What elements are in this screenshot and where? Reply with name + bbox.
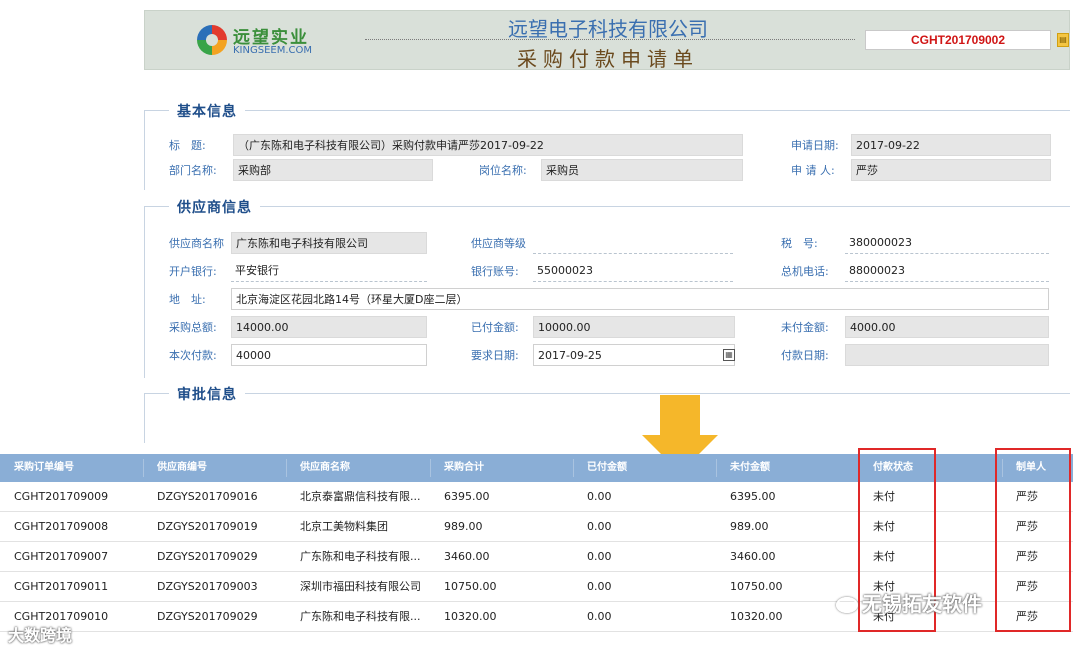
cell-unpaid: 989.00 bbox=[730, 520, 769, 533]
cell-total: 3460.00 bbox=[444, 550, 490, 563]
col-header-paid[interactable]: 已付金额 bbox=[573, 454, 627, 482]
arrow-stem bbox=[660, 395, 700, 435]
account-label: 银行账号: bbox=[471, 265, 519, 278]
supplier-name-field[interactable]: 广东陈和电子科技有限公司 bbox=[231, 232, 427, 254]
applicant-label: 申 请 人: bbox=[791, 164, 835, 177]
approval-info-section: 审批信息 bbox=[144, 384, 1070, 443]
post-field[interactable]: 采购员 bbox=[541, 159, 743, 181]
unpaid-label: 未付金额: bbox=[781, 321, 829, 334]
dept-label: 部门名称: bbox=[169, 164, 217, 177]
supplier-grade-label: 供应商等级 bbox=[471, 237, 526, 250]
cell-total: 10750.00 bbox=[444, 580, 497, 593]
col-header-order-no[interactable]: 采购订单编号 bbox=[0, 454, 74, 482]
col-header-supplier-name[interactable]: 供应商名称 bbox=[286, 454, 350, 482]
cell-order-no: CGHT201709007 bbox=[14, 550, 109, 563]
paid-label: 已付金额: bbox=[471, 321, 519, 334]
dept-row: 部门名称: 采购部 岗位名称: 采购员 申 请 人: 严莎 bbox=[145, 159, 1071, 183]
payment-date-label: 付款日期: bbox=[781, 349, 829, 362]
address-field[interactable]: 北京海淀区花园北路14号（环星大厦D座二层） bbox=[231, 288, 1049, 310]
supplier-name-label: 供应商名称 bbox=[169, 237, 224, 250]
cell-total: 989.00 bbox=[444, 520, 483, 533]
apply-date-label: 申请日期: bbox=[791, 139, 839, 152]
cell-unpaid: 3460.00 bbox=[730, 550, 776, 563]
account-field[interactable]: 55000023 bbox=[533, 260, 733, 282]
basic-info-title: 基本信息 bbox=[169, 101, 245, 121]
phone-label: 总机电话: bbox=[781, 265, 829, 278]
cell-supplier-no: DZGYS201709003 bbox=[157, 580, 258, 593]
cell-paid: 0.00 bbox=[587, 490, 612, 503]
subject-row: 标 题: （广东陈和电子科技有限公司）采购付款申请严莎2017-09-22 申请… bbox=[145, 134, 1071, 158]
post-label: 岗位名称: bbox=[479, 164, 527, 177]
bank-field[interactable]: 平安银行 bbox=[231, 260, 427, 282]
cell-paid: 0.00 bbox=[587, 610, 612, 623]
unpaid-field[interactable]: 4000.00 bbox=[845, 316, 1049, 338]
watermark-left: 大数跨境 bbox=[8, 626, 73, 645]
form-header: 远望实业 KINGSEEM.COM 远望电子科技有限公司 采购付款申请单 CGH… bbox=[144, 10, 1070, 71]
calendar-icon[interactable]: ▦ bbox=[723, 349, 735, 361]
cell-supplier-no: DZGYS201709016 bbox=[157, 490, 258, 503]
watermark-right-text: 无锡拓友软件 bbox=[862, 592, 982, 616]
order-number-field[interactable]: CGHT201709002 bbox=[865, 30, 1051, 50]
total-label: 采购总额: bbox=[169, 321, 217, 334]
cell-paid: 0.00 bbox=[587, 580, 612, 593]
cell-unpaid: 6395.00 bbox=[730, 490, 776, 503]
dept-field[interactable]: 采购部 bbox=[233, 159, 433, 181]
address-label: 地 址: bbox=[169, 293, 206, 306]
col-header-total[interactable]: 采购合计 bbox=[430, 454, 484, 482]
basic-info-section: 基本信息 标 题: （广东陈和电子科技有限公司）采购付款申请严莎2017-09-… bbox=[144, 101, 1071, 190]
approval-info-title: 审批信息 bbox=[169, 384, 245, 404]
creator-column-highlight bbox=[995, 448, 1071, 632]
address-row: 地 址: 北京海淀区花园北路14号（环星大厦D座二层） bbox=[145, 288, 1071, 312]
required-date-field[interactable]: 2017-09-25 bbox=[533, 344, 735, 366]
supplier-info-section: 供应商信息 供应商名称 广东陈和电子科技有限公司 供应商等级 税 号: 3800… bbox=[144, 197, 1071, 378]
subject-label: 标 题: bbox=[169, 139, 206, 152]
cell-supplier-no: DZGYS201709029 bbox=[157, 550, 258, 563]
watermark-right: 无锡拓友软件 bbox=[836, 588, 982, 617]
cell-order-no: CGHT201709008 bbox=[14, 520, 109, 533]
applicant-field[interactable]: 严莎 bbox=[851, 159, 1051, 181]
amount-row: 采购总额: 14000.00 已付金额: 10000.00 未付金额: 4000… bbox=[145, 316, 1071, 340]
current-payment-label: 本次付款: bbox=[169, 349, 217, 362]
cell-order-no: CGHT201709011 bbox=[14, 580, 109, 593]
col-header-unpaid[interactable]: 未付金额 bbox=[716, 454, 770, 482]
paid-field[interactable]: 10000.00 bbox=[533, 316, 735, 338]
payment-row: 本次付款: 40000 要求日期: 2017-09-25 ▦ 付款日期: bbox=[145, 344, 1071, 368]
current-payment-field[interactable]: 40000 bbox=[231, 344, 427, 366]
bank-label: 开户银行: bbox=[169, 265, 217, 278]
cell-paid: 0.00 bbox=[587, 550, 612, 563]
cell-supplier-name: 北京工美物料集团 bbox=[300, 520, 388, 533]
cell-supplier-name: 深圳市福田科技有限公司 bbox=[300, 580, 421, 593]
cell-total: 10320.00 bbox=[444, 610, 497, 623]
subject-field[interactable]: （广东陈和电子科技有限公司）采购付款申请严莎2017-09-22 bbox=[233, 134, 743, 156]
wechat-icon bbox=[836, 597, 858, 613]
cell-supplier-name: 广东陈和电子科技有限... bbox=[300, 610, 421, 623]
phone-field[interactable]: 88000023 bbox=[845, 260, 1049, 282]
cell-supplier-no: DZGYS201709019 bbox=[157, 520, 258, 533]
bank-row: 开户银行: 平安银行 银行账号: 55000023 总机电话: 88000023 bbox=[145, 260, 1071, 284]
cell-supplier-name: 广东陈和电子科技有限... bbox=[300, 550, 421, 563]
title-divider bbox=[365, 39, 855, 40]
payment-date-field[interactable] bbox=[845, 344, 1049, 366]
cell-paid: 0.00 bbox=[587, 520, 612, 533]
supplier-info-title: 供应商信息 bbox=[169, 197, 260, 217]
cell-total: 6395.00 bbox=[444, 490, 490, 503]
required-date-label: 要求日期: bbox=[471, 349, 519, 362]
cell-supplier-no: DZGYS201709029 bbox=[157, 610, 258, 623]
supplier-grade-field[interactable] bbox=[533, 232, 733, 254]
tax-label: 税 号: bbox=[781, 237, 818, 250]
total-field[interactable]: 14000.00 bbox=[231, 316, 427, 338]
col-header-supplier-no[interactable]: 供应商编号 bbox=[143, 454, 207, 482]
supplier-name-row: 供应商名称 广东陈和电子科技有限公司 供应商等级 税 号: 380000023 bbox=[145, 232, 1071, 256]
cell-supplier-name: 北京泰富鼎信科技有限... bbox=[300, 490, 421, 503]
order-picker-icon[interactable]: ▤ bbox=[1057, 33, 1069, 47]
cell-order-no: CGHT201709009 bbox=[14, 490, 109, 503]
apply-date-field[interactable]: 2017-09-22 bbox=[851, 134, 1051, 156]
tax-field[interactable]: 380000023 bbox=[845, 232, 1049, 254]
